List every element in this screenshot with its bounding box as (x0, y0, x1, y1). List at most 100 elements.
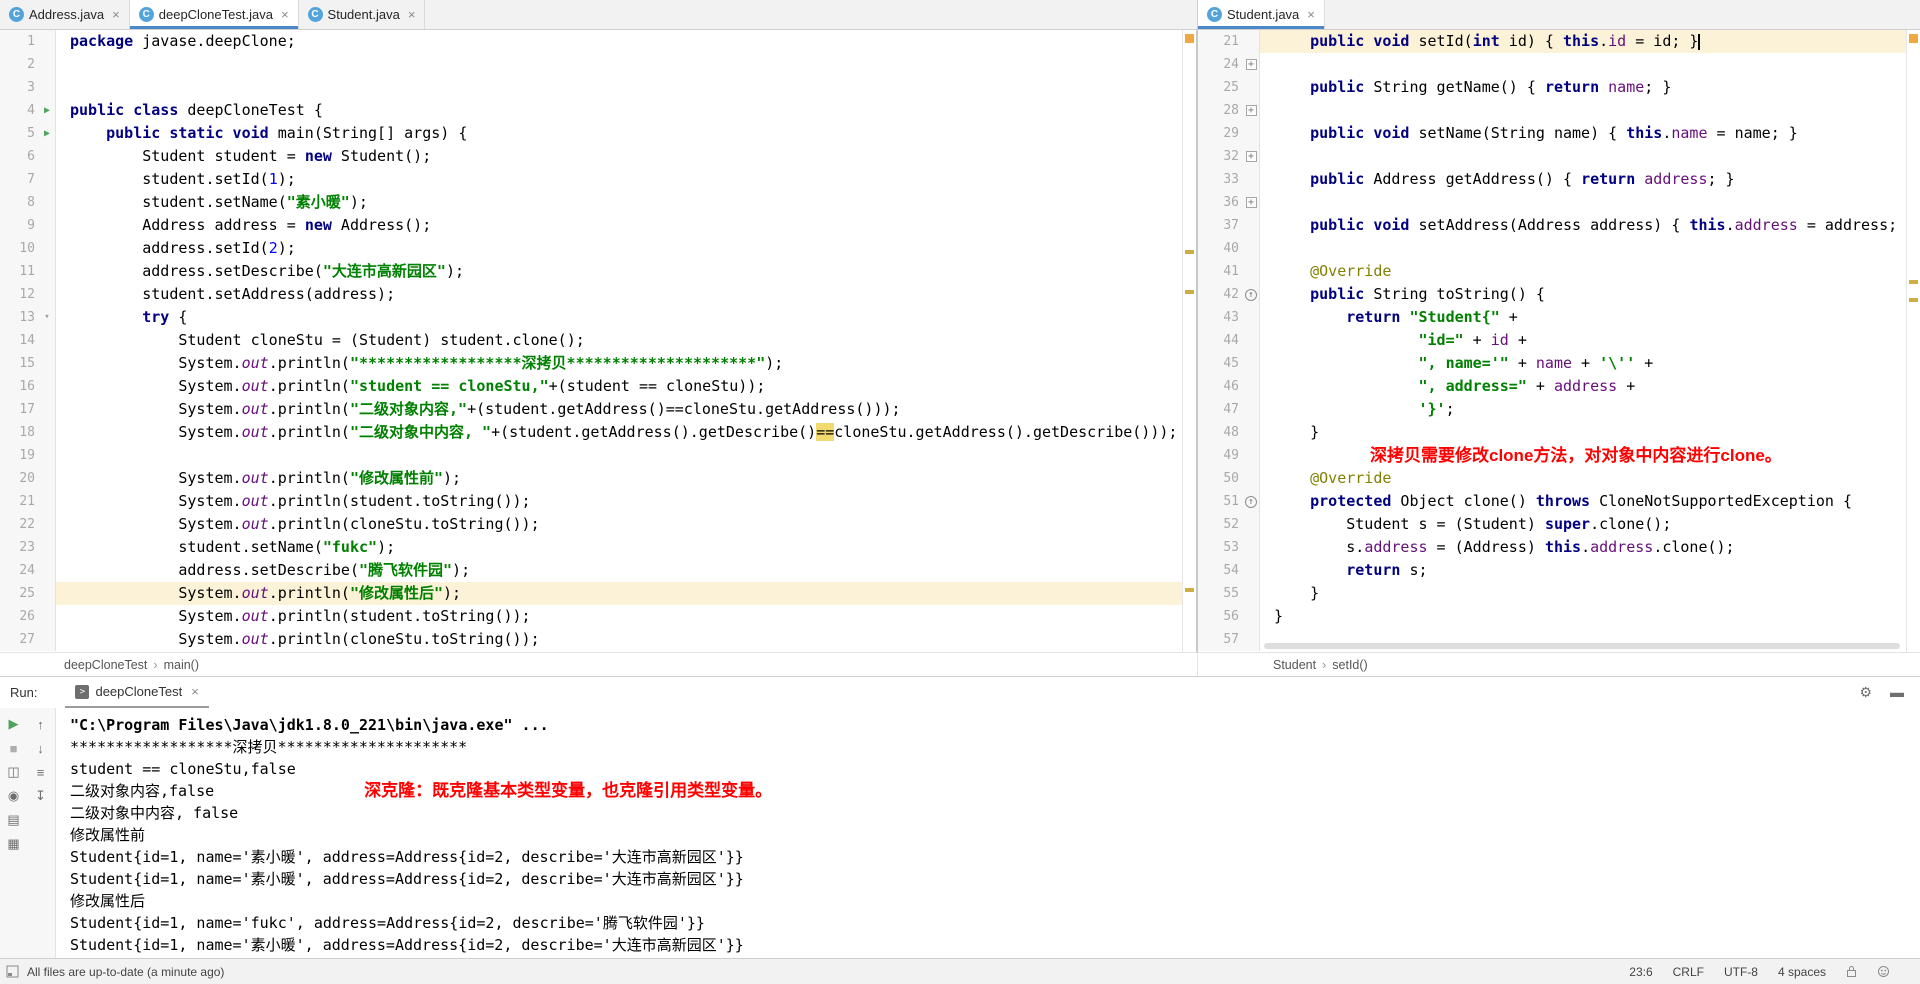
gutter[interactable]: 16 (0, 375, 56, 398)
line-separator-indicator[interactable]: CRLF (1673, 965, 1704, 979)
gutter[interactable]: 32 + (1198, 145, 1260, 168)
fold-expand-icon[interactable]: + (1245, 105, 1257, 116)
gutter[interactable]: 48 (1198, 421, 1260, 444)
file-status-marker[interactable] (1909, 34, 1918, 43)
warning-stripe-mark[interactable] (1909, 298, 1918, 302)
breadcrumb-item[interactable]: setId() (1332, 658, 1367, 672)
inspections-hector-icon[interactable] (1877, 965, 1890, 978)
override-method-icon[interactable]: ↑ (1245, 495, 1257, 508)
gutter[interactable]: 25 (0, 582, 56, 605)
gutter[interactable]: 52 (1198, 513, 1260, 536)
tab-Address.java[interactable]: C Address.java × (0, 0, 130, 29)
warning-stripe-mark[interactable] (1185, 250, 1194, 254)
rerun-button[interactable]: ▶ (0, 712, 27, 736)
gutter[interactable]: 2 (0, 53, 56, 76)
fold-expand-icon[interactable]: + (1245, 197, 1257, 208)
pin-tab-button[interactable]: ◉ (0, 784, 27, 808)
gutter[interactable]: 49 (1198, 444, 1260, 467)
close-tab-icon[interactable]: × (1307, 7, 1315, 22)
run-line-icon[interactable]: ▶ (44, 99, 50, 122)
gutter[interactable]: 1 (0, 30, 56, 53)
settings-icon[interactable]: ⚙ (1859, 684, 1872, 701)
warning-stripe-mark[interactable] (1909, 280, 1918, 284)
gutter[interactable]: 44 (1198, 329, 1260, 352)
fold-expand-icon[interactable]: + (1245, 151, 1257, 162)
warning-stripe-mark[interactable] (1185, 588, 1194, 592)
gutter[interactable]: 5 ▶ (0, 122, 56, 145)
gutter[interactable]: 53 (1198, 536, 1260, 559)
run-line-icon[interactable]: ▶ (44, 122, 50, 145)
caret-position-indicator[interactable]: 23:6 (1629, 965, 1652, 979)
file-status-marker[interactable] (1185, 34, 1194, 43)
gutter[interactable]: 21 (1198, 30, 1260, 53)
gutter[interactable]: 7 (0, 168, 56, 191)
gutter[interactable]: 4 ▶ (0, 99, 56, 122)
gutter[interactable]: 29 (1198, 122, 1260, 145)
gutter[interactable]: 47 (1198, 398, 1260, 421)
gutter[interactable]: 22 (0, 513, 56, 536)
close-tab-icon[interactable]: × (408, 7, 416, 22)
gutter[interactable]: 6 (0, 145, 56, 168)
gutter[interactable]: 10 (0, 237, 56, 260)
horizontal-scrollbar[interactable] (1264, 643, 1900, 649)
clear-all-button[interactable]: ▦ (0, 832, 27, 856)
gutter[interactable]: 20 (0, 467, 56, 490)
breadcrumb-item[interactable]: main() (164, 658, 199, 672)
gutter[interactable]: 24 + (1198, 53, 1260, 76)
breadcrumb-item[interactable]: Student (1273, 658, 1316, 672)
gutter[interactable]: 40 (1198, 237, 1260, 260)
right-editor-pane[interactable]: 21 public void setId(int id) { this.id =… (1198, 30, 1920, 652)
indent-indicator[interactable]: 4 spaces (1778, 965, 1826, 979)
gutter[interactable]: 26 (0, 605, 56, 628)
gutter[interactable]: 33 (1198, 168, 1260, 191)
tab-deepCloneTest.java[interactable]: CdeepCloneTest.java × (129, 0, 299, 29)
gutter[interactable]: 15 (0, 352, 56, 375)
warning-stripe-mark[interactable] (1185, 290, 1194, 294)
gutter[interactable]: 50 (1198, 467, 1260, 490)
down-stack-trace-button[interactable]: ↓ (27, 736, 54, 760)
gutter[interactable]: 45 (1198, 352, 1260, 375)
gutter[interactable]: 56 (1198, 605, 1260, 628)
gutter[interactable]: 8 (0, 191, 56, 214)
soft-wraps-button[interactable]: ≡ (27, 760, 54, 784)
gutter[interactable]: 43 (1198, 306, 1260, 329)
encoding-indicator[interactable]: UTF-8 (1724, 965, 1758, 979)
gutter[interactable]: 28 + (1198, 99, 1260, 122)
gutter[interactable]: 37 (1198, 214, 1260, 237)
gutter[interactable]: 21 (0, 490, 56, 513)
gutter[interactable]: 46 (1198, 375, 1260, 398)
gutter[interactable]: 19 (0, 444, 56, 467)
stop-button[interactable]: ■ (0, 736, 27, 760)
gutter[interactable]: 25 (1198, 76, 1260, 99)
tool-window-toggle-icon[interactable] (6, 965, 19, 978)
hide-panel-icon[interactable]: ▬ (1890, 684, 1904, 701)
readonly-lock-icon[interactable] (1846, 965, 1857, 978)
gutter[interactable]: 54 (1198, 559, 1260, 582)
gutter[interactable]: 27 (0, 628, 56, 651)
close-run-tab-icon[interactable]: × (191, 684, 199, 699)
tab-Student.java[interactable]: C Student.java × (299, 0, 426, 29)
run-tab[interactable]: > deepCloneTest × (65, 677, 209, 708)
tab-Student.java[interactable]: C Student.java × (1198, 0, 1325, 29)
close-tab-icon[interactable]: × (281, 7, 289, 22)
scroll-to-end-button[interactable]: ↧ (27, 784, 54, 808)
gutter[interactable]: 24 (0, 559, 56, 582)
gutter[interactable]: 55 (1198, 582, 1260, 605)
restore-layout-button[interactable]: ◫ (0, 760, 27, 784)
left-editor-pane[interactable]: 1 package javase.deepClone; 2 3 4 ▶ public cla… (0, 30, 1196, 652)
override-method-icon[interactable]: ↑ (1245, 288, 1257, 301)
gutter[interactable]: 23 (0, 536, 56, 559)
gutter[interactable]: 36 + (1198, 191, 1260, 214)
run-console[interactable]: "C:\Program Files\Java\jdk1.8.0_221\bin\… (56, 708, 1920, 958)
gutter[interactable]: 18 (0, 421, 56, 444)
gutter[interactable]: 41 (1198, 260, 1260, 283)
fold-expand-icon[interactable]: + (1245, 59, 1257, 70)
breadcrumb-item[interactable]: deepCloneTest (64, 658, 147, 672)
gutter[interactable]: 3 (0, 76, 56, 99)
gutter[interactable]: 12 (0, 283, 56, 306)
gutter[interactable]: 17 (0, 398, 56, 421)
gutter[interactable]: 9 (0, 214, 56, 237)
gutter[interactable]: 51 ↑ (1198, 490, 1260, 513)
close-tab-icon[interactable]: × (112, 7, 120, 22)
up-stack-trace-button[interactable]: ↑ (27, 712, 54, 736)
